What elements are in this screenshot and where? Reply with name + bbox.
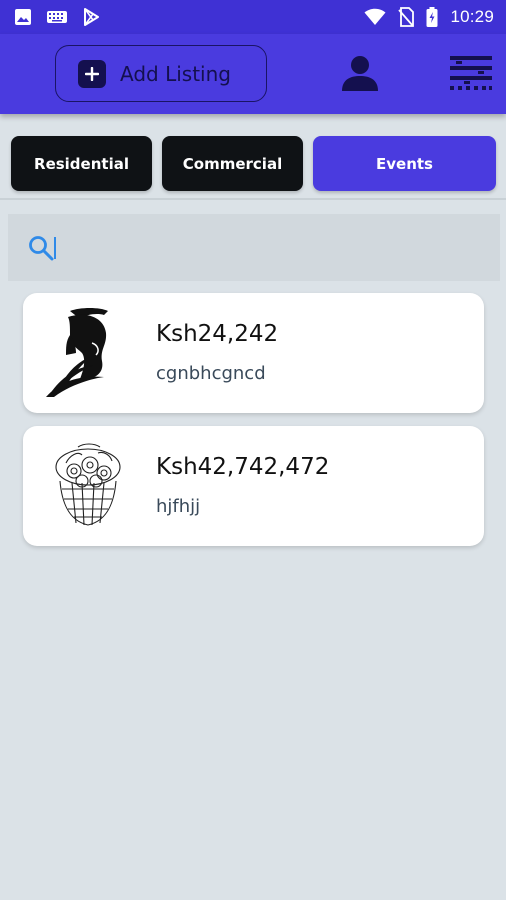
text-cursor xyxy=(54,236,56,259)
listing-price: Ksh24,242 xyxy=(156,321,279,347)
status-right-icons: 10:29 xyxy=(364,7,494,27)
filter-icon xyxy=(448,54,494,96)
status-bar: 10:29 xyxy=(0,0,506,34)
keyboard-icon xyxy=(46,9,68,25)
plus-icon xyxy=(78,59,106,88)
spartan-helmet-icon xyxy=(33,299,143,407)
search-icon[interactable] xyxy=(28,235,54,261)
listing-title: hjfhjj xyxy=(156,496,201,517)
listing-card[interactable]: Ksh42,742,472 hjfhjj xyxy=(23,426,484,546)
tab-residential[interactable]: Residential xyxy=(11,136,152,191)
image-icon xyxy=(14,8,32,26)
status-time: 10:29 xyxy=(450,7,494,26)
battery-charging-icon xyxy=(426,7,438,27)
app-bar: Add Listing xyxy=(0,34,506,114)
status-left-icons xyxy=(14,8,100,26)
search-bar xyxy=(8,214,500,281)
listing-card[interactable]: Ksh24,242 cgnbhcgncd xyxy=(23,293,484,413)
search-input[interactable] xyxy=(72,229,452,266)
listing-price: Ksh42,742,472 xyxy=(156,454,330,480)
tab-commercial[interactable]: Commercial xyxy=(162,136,303,191)
add-listing-label: Add Listing xyxy=(120,61,231,86)
category-tabs: Residential Commercial Events xyxy=(0,128,506,200)
person-icon xyxy=(340,53,380,97)
flower-basket-icon xyxy=(33,432,143,540)
tab-events[interactable]: Events xyxy=(313,136,496,191)
no-sim-icon xyxy=(398,7,415,27)
filter-button[interactable] xyxy=(446,54,496,96)
play-store-icon xyxy=(82,8,100,26)
add-listing-button[interactable]: Add Listing xyxy=(55,45,267,102)
profile-button[interactable] xyxy=(336,52,384,98)
listing-title: cgnbhcgncd xyxy=(156,363,266,384)
wifi-icon xyxy=(364,8,386,26)
